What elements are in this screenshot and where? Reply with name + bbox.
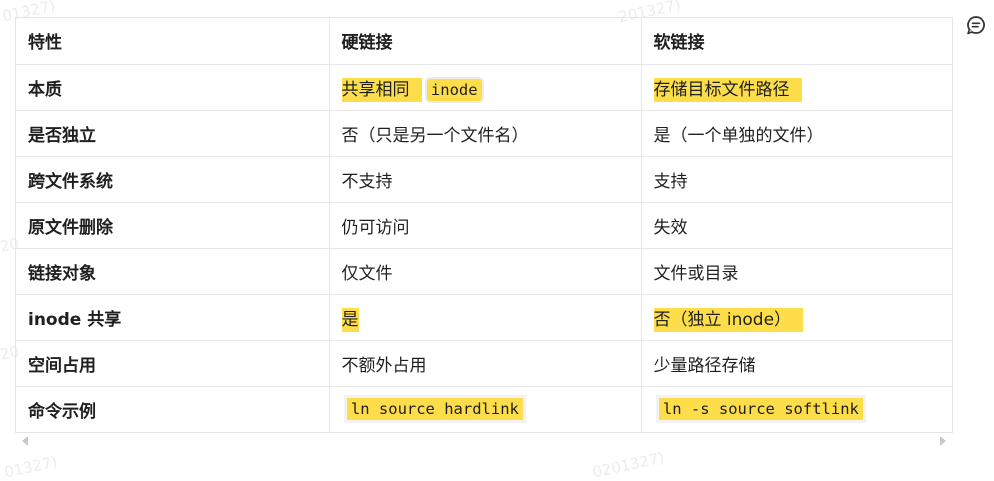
scroll-right-arrow-icon[interactable] <box>940 436 946 446</box>
highlighted-text: 共享相同 <box>341 77 422 102</box>
row-feature: 命令示例 <box>16 386 330 432</box>
highlighted-text: 是 <box>341 307 359 332</box>
table-row: 跨文件系统 不支持 支持 <box>16 156 952 203</box>
header-feature: 特性 <box>16 18 330 65</box>
row-hard-value: 不支持 <box>329 156 642 203</box>
header-hardlink: 硬链接 <box>329 18 642 65</box>
inline-code: ln -s source softlink <box>658 398 863 421</box>
row-feature: 是否独立 <box>16 110 330 157</box>
row-feature: 本质 <box>16 64 330 111</box>
row-soft-value: 否（独立 inode） <box>641 294 952 341</box>
row-feature: 空间占用 <box>16 340 330 387</box>
table-row: 是否独立 否（只是另一个文件名） 是（一个单独的文件） <box>16 110 952 157</box>
row-hard-value: 是 <box>329 294 642 341</box>
row-hard-value: ln source hardlink <box>329 386 642 432</box>
row-soft-value: 失效 <box>641 202 952 249</box>
table-row: 空间占用 不额外占用 少量路径存储 <box>16 340 952 387</box>
inline-code: ln source hardlink <box>346 398 523 421</box>
table-row: 命令示例 ln source hardlink ln -s source sof… <box>16 386 952 432</box>
row-soft-value: 是（一个单独的文件） <box>641 110 952 157</box>
row-hard-value: 共享相同 inode <box>329 64 642 111</box>
row-hard-value: 仅文件 <box>329 248 642 295</box>
header-softlink: 软链接 <box>641 18 952 65</box>
row-feature: inode 共享 <box>16 294 330 341</box>
row-hard-value: 仍可访问 <box>329 202 642 249</box>
row-soft-value: ln -s source softlink <box>641 386 952 432</box>
table-row: 本质 共享相同 inode 存储目标文件路径 <box>16 64 952 111</box>
comparison-table-container: 特性 硬链接 软链接 本质 共享相同 inode 存储目标文件路径 是否独立 否… <box>15 17 953 433</box>
row-feature: 跨文件系统 <box>16 156 330 203</box>
row-hard-value: 否（只是另一个文件名） <box>329 110 642 157</box>
table-row: 原文件删除 仍可访问 失效 <box>16 202 952 249</box>
comparison-table: 特性 硬链接 软链接 本质 共享相同 inode 存储目标文件路径 是否独立 否… <box>16 18 952 432</box>
row-soft-value: 存储目标文件路径 <box>641 64 952 111</box>
row-soft-value: 少量路径存储 <box>641 340 952 387</box>
highlighted-text: 存储目标文件路径 <box>653 77 802 102</box>
scroll-left-arrow-icon[interactable] <box>22 436 28 446</box>
row-soft-value: 文件或目录 <box>641 248 952 295</box>
watermark: 0201327) <box>590 448 666 481</box>
table-row: inode 共享 是 否（独立 inode） <box>16 294 952 341</box>
table-header-row: 特性 硬链接 软链接 <box>16 18 952 65</box>
row-soft-value: 支持 <box>641 156 952 203</box>
row-hard-value: 不额外占用 <box>329 340 642 387</box>
highlighted-text: 否（独立 inode） <box>653 307 804 332</box>
comment-icon[interactable] <box>966 15 986 35</box>
row-feature: 原文件删除 <box>16 202 330 249</box>
watermark: 01327) <box>2 452 59 481</box>
table-row: 链接对象 仅文件 文件或目录 <box>16 248 952 295</box>
inline-code: inode <box>426 78 482 101</box>
row-feature: 链接对象 <box>16 248 330 295</box>
